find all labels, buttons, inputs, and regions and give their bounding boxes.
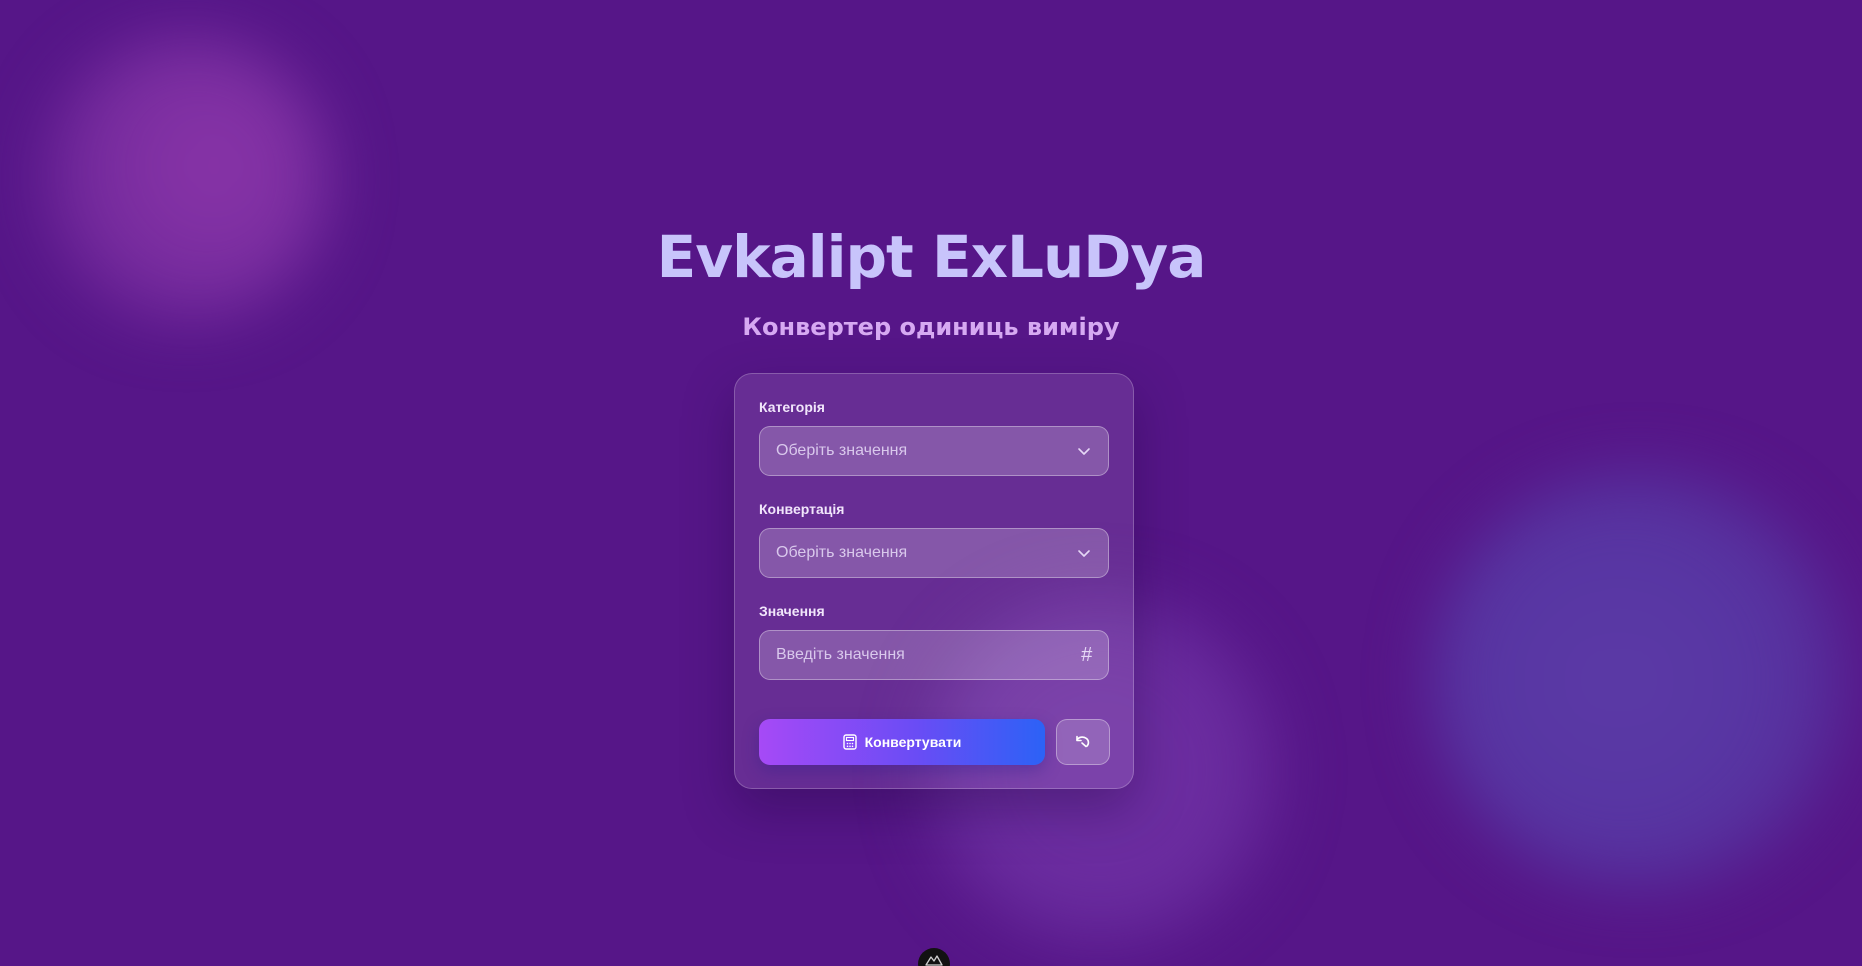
chevron-down-icon (1078, 448, 1090, 455)
value-label: Значення (759, 603, 825, 619)
converter-card: Категорія Оберіть значення Конвертація О… (734, 373, 1134, 789)
value-field[interactable]: # (759, 630, 1109, 680)
app-title: Evkalipt ExLuDya (656, 223, 1207, 291)
conversion-select-value: Оберіть значення (776, 544, 908, 561)
calculator-icon (842, 734, 857, 750)
reset-button[interactable] (1056, 719, 1110, 765)
value-input[interactable] (776, 646, 1081, 664)
reset-icon (1076, 735, 1090, 748)
category-select-value: Оберіть значення (776, 442, 908, 459)
conversion-select[interactable]: Оберіть значення (759, 528, 1109, 578)
category-label: Категорія (759, 399, 825, 415)
convert-button[interactable]: Конвертувати (759, 719, 1045, 765)
app-subtitle: Конвертер одиниць виміру (742, 313, 1120, 341)
conversion-label: Конвертація (759, 501, 845, 517)
category-select[interactable]: Оберіть значення (759, 426, 1109, 476)
convert-button-label: Конвертувати (864, 734, 962, 750)
logo-icon[interactable] (918, 948, 950, 966)
background-glow-bottom-right (1430, 470, 1850, 890)
hash-icon: # (1080, 643, 1092, 666)
chevron-down-icon (1078, 550, 1090, 557)
